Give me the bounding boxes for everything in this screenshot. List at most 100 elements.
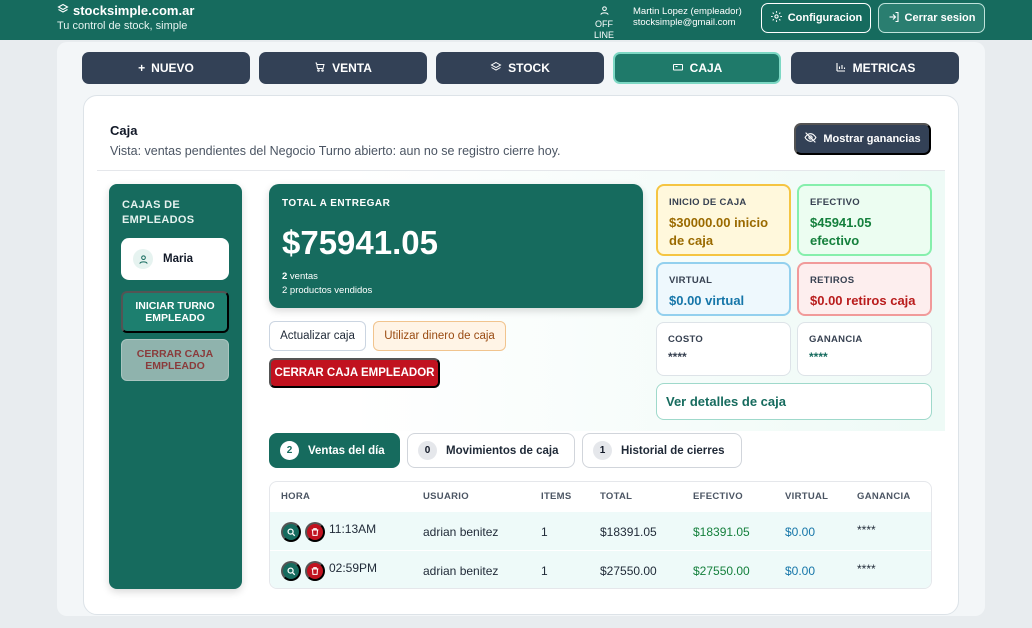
nav-stock-button[interactable]: STOCK	[436, 52, 604, 84]
settings-button[interactable]: Configuracion	[761, 3, 871, 33]
cell-total: $27550.00	[600, 564, 657, 578]
employee-name: Maria	[163, 253, 194, 265]
stat-value: ****	[809, 350, 828, 364]
cell-virtual: $0.00	[785, 525, 816, 539]
close-employer-box-button[interactable]: CERRAR CAJA EMPLEADOR	[269, 358, 440, 388]
stat-retiros: RETIROS $0.00 retiros caja	[797, 262, 932, 316]
total-to-deliver-panel: TOTAL A ENTREGAR $75941.05 2 ventas 2 pr…	[269, 184, 643, 308]
stat-label: VIRTUAL	[669, 275, 713, 286]
stat-label: EFECTIVO	[810, 197, 860, 208]
column-header: ITEMS	[541, 491, 572, 502]
show-gains-button[interactable]: Mostrar ganancias	[794, 123, 931, 155]
cart-icon	[314, 61, 326, 76]
tab-count-badge: 0	[418, 441, 437, 460]
plus-icon: +	[138, 61, 146, 75]
tab-count-badge: 2	[280, 441, 299, 460]
cell-virtual: $0.00	[785, 564, 816, 578]
user-icon	[133, 249, 153, 269]
cell-ganancia: ****	[857, 562, 876, 576]
sales-count-suffix: ventas	[287, 271, 318, 282]
nav-metricas-label: METRICAS	[852, 61, 916, 75]
nav-venta-button[interactable]: VENTA	[259, 52, 427, 84]
tab-historial-de-cierres[interactable]: 1 Historial de cierres	[582, 433, 742, 468]
trash-icon	[310, 564, 320, 579]
cell-items: 1	[541, 525, 548, 539]
nav-stock-label: STOCK	[508, 61, 550, 75]
stat-efectivo: EFECTIVO $45941.05 efectivo	[797, 184, 932, 256]
cell-hora: 02:59PM	[329, 561, 378, 575]
logout-label: Cerrar sesion	[904, 12, 976, 24]
nav-nuevo-button[interactable]: + NUEVO	[82, 52, 250, 84]
tab-count-badge: 1	[593, 441, 612, 460]
nav-nuevo-label: NUEVO	[151, 61, 194, 75]
cell-items: 1	[541, 564, 548, 578]
show-gains-label: Mostrar ganancias	[823, 133, 921, 145]
delete-sale-button[interactable]	[305, 522, 325, 542]
sales-table: HORA USUARIO ITEMS TOTAL EFECTIVO VIRTUA…	[269, 481, 932, 589]
layers-icon	[490, 61, 502, 76]
start-shift-button[interactable]: INICIAR TURNO EMPLEADO	[121, 291, 229, 333]
tab-label: Ventas del día	[308, 444, 385, 457]
top-bar: stocksimple.com.ar Tu control de stock, …	[0, 0, 1032, 40]
column-header: GANANCIA	[857, 491, 911, 502]
stat-virtual: VIRTUAL $0.00 virtual	[656, 262, 791, 316]
stat-label: INICIO DE CAJA	[669, 197, 747, 208]
stat-costo: COSTO ****	[656, 322, 791, 376]
column-header: HORA	[281, 491, 311, 502]
user-name: Martin Lopez (empleador)	[633, 6, 742, 17]
employee-boxes-sidebar: CAJAS DE EMPLEADOS Maria INICIAR TURNO E…	[109, 184, 242, 589]
tab-ventas-del-dia[interactable]: 2 Ventas del día	[269, 433, 400, 468]
stat-value: $45941.05 efectivo	[810, 215, 872, 248]
user-icon	[586, 5, 622, 19]
stat-label: GANANCIA	[809, 334, 863, 345]
sales-count: 2 ventas	[282, 271, 318, 282]
stat-value: $0.00 virtual	[669, 293, 745, 308]
update-box-button[interactable]: Actualizar caja	[269, 321, 366, 351]
gear-icon	[770, 10, 783, 26]
employee-item-maria[interactable]: Maria	[121, 238, 229, 280]
delete-sale-button[interactable]	[305, 561, 325, 581]
user-email: stocksimple@gmail.com	[633, 17, 736, 28]
nav-caja-label: CAJA	[689, 61, 723, 75]
logout-button[interactable]: Cerrar sesion	[878, 3, 985, 33]
stat-value: $0.00 retiros caja	[810, 293, 916, 308]
stat-label: RETIROS	[810, 275, 855, 286]
column-header: VIRTUAL	[785, 491, 829, 502]
search-icon	[286, 564, 296, 579]
user-info: Martin Lopez (empleador) stocksimple@gma…	[633, 6, 742, 28]
table-row: 02:59PM adrian benitez 1 $27550.00 $2755…	[270, 551, 931, 588]
eye-off-icon	[804, 131, 817, 147]
tab-label: Historial de cierres	[621, 444, 725, 457]
use-cash-button[interactable]: Utilizar dinero de caja	[373, 321, 506, 351]
login-arrow-icon	[888, 11, 900, 26]
cell-usuario: adrian benitez	[423, 564, 499, 578]
stat-value: ****	[668, 350, 687, 364]
total-label: TOTAL A ENTREGAR	[282, 198, 391, 209]
nav-metricas-button[interactable]: METRICAS	[791, 52, 959, 84]
tab-label: Movimientos de caja	[446, 444, 559, 457]
brand-name: stocksimple.com.ar	[73, 3, 195, 18]
brand[interactable]: stocksimple.com.ar	[57, 3, 194, 18]
column-header: TOTAL	[600, 491, 633, 502]
view-sale-button[interactable]	[281, 522, 301, 542]
settings-label: Configuracion	[787, 12, 863, 24]
close-employee-box-button[interactable]: CERRAR CAJA EMPLEADO	[121, 339, 229, 381]
view-sale-button[interactable]	[281, 561, 301, 581]
bar-chart-icon	[835, 61, 847, 76]
column-header: USUARIO	[423, 491, 469, 502]
cell-efectivo: $27550.00	[693, 564, 750, 578]
tab-movimientos-de-caja[interactable]: 0 Movimientos de caja	[407, 433, 575, 468]
status-text: OFF LINE	[593, 19, 614, 40]
nav-caja-button[interactable]: CAJA	[613, 52, 781, 84]
connection-status: OFF LINE	[586, 5, 622, 41]
trash-icon	[310, 525, 320, 540]
page-title: Caja	[110, 123, 138, 138]
box-details-button[interactable]: Ver detalles de caja	[656, 383, 932, 420]
column-header: EFECTIVO	[693, 491, 743, 502]
cell-total: $18391.05	[600, 525, 657, 539]
tagline: Tu control de stock, simple	[57, 20, 188, 32]
products-sold: 2 productos vendidos	[282, 285, 373, 296]
cash-register-icon	[672, 61, 684, 76]
cell-efectivo: $18391.05	[693, 525, 750, 539]
stat-ganancia: GANANCIA ****	[797, 322, 932, 376]
